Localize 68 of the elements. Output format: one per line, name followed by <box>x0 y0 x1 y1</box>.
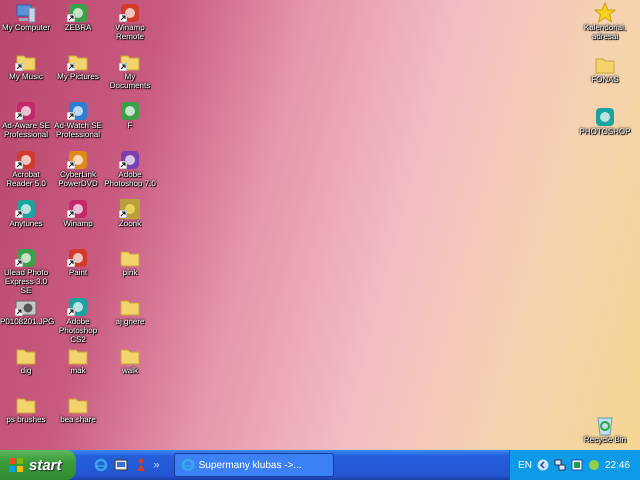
desktop-icon[interactable]: Zoonk <box>104 198 156 247</box>
icon-label: PHOTOSHOP <box>580 127 630 136</box>
desktop-icon[interactable]: Ad-Aware SE Professional <box>0 100 52 149</box>
chevron[interactable]: » <box>154 459 160 471</box>
desktop-icon[interactable]: Acrobat Reader 5.0 <box>0 149 52 198</box>
app-icon <box>594 106 616 128</box>
icon-label: walk <box>122 366 138 375</box>
taskbar-button[interactable]: Supermany klubas ->... <box>174 453 334 477</box>
app-icon <box>119 100 141 122</box>
start-button[interactable]: start <box>0 450 76 480</box>
icon-label: Acrobat Reader 5.0 <box>5 170 47 188</box>
desktop-icon[interactable]: ps brushes <box>0 394 52 443</box>
icon-label: pink <box>122 268 138 277</box>
icon-label: FONAS <box>591 75 619 84</box>
icon-label: My Pictures <box>57 72 99 81</box>
desktop-icon[interactable]: CyberLink PowerDVD <box>52 149 104 198</box>
icon-label: My Documents <box>108 72 152 90</box>
desktop-icon[interactable]: Winamp Remote <box>104 2 156 51</box>
desktop-icon[interactable]: F <box>104 100 156 149</box>
clock: 22:46 <box>604 460 630 470</box>
desktop-icon[interactable]: ZEBRA <box>52 2 104 51</box>
icon-label: Ad-Aware SE Professional <box>1 121 51 139</box>
network-icon[interactable] <box>554 459 566 471</box>
computer-icon <box>15 2 37 24</box>
desktop-icon[interactable]: Paint <box>52 247 104 296</box>
desktop-icon[interactable]: Adobe Photoshop 7.0 <box>104 149 156 198</box>
desktop-icon[interactable]: P0108201.JPG <box>0 296 52 345</box>
language-indicator[interactable]: EN <box>518 460 532 470</box>
browser-icon <box>180 458 195 472</box>
star-icon <box>594 2 616 24</box>
desktop-icon[interactable]: mak <box>52 345 104 394</box>
icon-label: Ulead Photo Express 3.0 SE <box>2 268 50 295</box>
desktop-icon[interactable]: Ulead Photo Express 3.0 SE <box>0 247 52 296</box>
icon-label: Adobe Photoshop CS2 <box>58 317 98 344</box>
desktop-icon[interactable]: bea share <box>52 394 104 443</box>
icon-label: My Computer <box>2 23 50 32</box>
icon-label: My Music <box>9 72 43 81</box>
icon-label: Winamp Remote <box>114 23 146 41</box>
icon-label: Recycle Bin <box>584 435 626 444</box>
icon-label: F <box>128 121 132 130</box>
desktop-icon[interactable]: pink <box>104 247 156 296</box>
desktop-icon[interactable]: Ad-Watch SE Professional <box>52 100 104 149</box>
icon-label: Kalendoriai, adresai <box>582 23 628 41</box>
icon-label: mak <box>70 366 86 375</box>
icon-label: bea share <box>60 415 96 424</box>
windows-logo-icon <box>8 457 24 473</box>
desktop-icon[interactable]: My Computer <box>0 2 52 51</box>
icon-label: Anytunes <box>9 219 43 228</box>
desktop-icon[interactable]: aj gnere <box>104 296 156 345</box>
icon-label: P0108201.JPG <box>0 317 52 326</box>
icon-label: ps brushes <box>6 415 46 424</box>
tray-app-icon[interactable] <box>570 459 583 471</box>
icon-label: aj gnere <box>116 317 144 326</box>
desktop-icon[interactable]: Anytunes <box>0 198 52 247</box>
desktop-icon[interactable]: Winamp <box>52 198 104 247</box>
icon-label: Paint <box>68 268 88 277</box>
desktop-icon[interactable]: dig <box>0 345 52 394</box>
desktop-icon[interactable]: My Documents <box>104 51 156 100</box>
desktop-icon[interactable]: My Pictures <box>52 51 104 100</box>
desktop-icon[interactable]: My Music <box>0 51 52 100</box>
icon-label: Ad-Watch SE Professional <box>53 121 103 139</box>
icon-label: Zoonk <box>118 219 142 228</box>
icon-label: dig <box>20 366 32 375</box>
icon-label: Adobe Photoshop 7.0 <box>104 170 156 188</box>
icon-label: ZEBRA <box>64 23 92 32</box>
icon-label: CyberLink PowerDVD <box>57 170 99 188</box>
desktop-icon[interactable]: walk <box>104 345 156 394</box>
icon-label: Winamp <box>63 219 93 228</box>
